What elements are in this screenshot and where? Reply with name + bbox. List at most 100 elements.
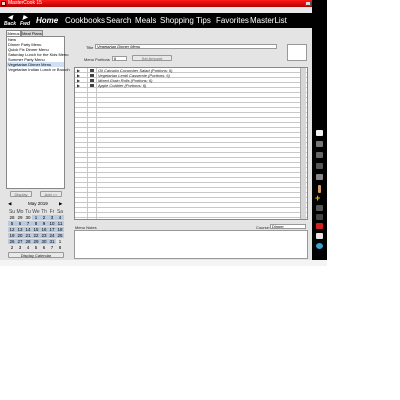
note-icon[interactable]: [316, 130, 323, 136]
calendar-day[interactable]: 25: [56, 233, 64, 238]
calendar-day[interactable]: 30: [40, 239, 48, 244]
set-amount-button[interactable]: Set Amount: [132, 55, 172, 61]
display-calendar-button[interactable]: Display Calendar: [8, 252, 64, 258]
calendar-day[interactable]: 26: [8, 239, 16, 244]
table-column-divider: [87, 68, 88, 219]
calendar-day[interactable]: 28: [24, 239, 32, 244]
calendar-day[interactable]: 20: [16, 233, 24, 238]
menu-notes-field[interactable]: [74, 230, 308, 259]
calendar-day[interactable]: 11: [56, 221, 64, 226]
check-icon[interactable]: [316, 214, 323, 220]
pencil-icon[interactable]: [318, 185, 321, 193]
tag-icon[interactable]: [316, 223, 323, 229]
back-label: Back: [4, 21, 16, 27]
calendar-day[interactable]: 10: [48, 221, 56, 226]
calendar-prev-button[interactable]: ◀: [8, 200, 11, 208]
calendar-day[interactable]: 30: [24, 215, 32, 220]
calendar-day[interactable]: 1: [56, 239, 64, 244]
calendar-day[interactable]: 19: [8, 233, 16, 238]
calendar-day[interactable]: 17: [48, 227, 56, 232]
calendar-day[interactable]: 21: [24, 233, 32, 238]
forward-label: Fwd: [20, 21, 30, 27]
calendar-day[interactable]: 29: [16, 215, 24, 220]
nav-search[interactable]: Search: [106, 16, 131, 25]
forward-button[interactable]: ▶ Fwd: [19, 15, 31, 27]
table-row[interactable]: ▶ Apple Cobbler (Portions: 6): [75, 83, 301, 88]
calendar-day[interactable]: 6: [16, 221, 24, 226]
scale-icon[interactable]: [316, 152, 323, 158]
calendar-day[interactable]: 3: [16, 245, 24, 250]
calendar-day[interactable]: 9: [40, 221, 48, 226]
calendar-day[interactable]: 2: [8, 245, 16, 250]
calendar-day[interactable]: 4: [24, 245, 32, 250]
table-scrollbar[interactable]: [300, 68, 306, 219]
calendar-day[interactable]: 23: [40, 233, 48, 238]
nav-shopping[interactable]: Shopping: [160, 16, 194, 25]
calendar-day[interactable]: 24: [48, 233, 56, 238]
status-strip: [0, 260, 327, 266]
recipe-icon: [90, 74, 94, 77]
nav-bar: ◀ Back ▶ Fwd Home Cookbooks Search Meals…: [0, 13, 327, 28]
calendar-day[interactable]: 22: [32, 233, 40, 238]
print-icon[interactable]: [316, 141, 323, 147]
globe-icon[interactable]: [316, 243, 323, 249]
nav-masterlist[interactable]: MasterList: [250, 16, 287, 25]
window-titlebar: MasterCook 15 _ □ x: [0, 0, 327, 7]
calendar-day[interactable]: 1: [32, 215, 40, 220]
add-button[interactable]: Add >>: [40, 191, 62, 197]
calendar-day[interactable]: 14: [24, 227, 32, 232]
recipe-icon: [90, 79, 94, 82]
menu-list-item[interactable]: Vegetarian Indian Lunch or Brunch: [7, 67, 70, 72]
recipe-icon: [90, 69, 94, 72]
calendar-day[interactable]: 12: [8, 227, 16, 232]
window-title: MasterCook 15: [8, 0, 42, 6]
minimize-button[interactable]: _: [305, 1, 311, 6]
calendar-day[interactable]: 13: [16, 227, 24, 232]
calendar-day[interactable]: 5: [8, 221, 16, 226]
nav-favorites[interactable]: Favorites: [216, 16, 249, 25]
table-column-divider: [96, 68, 97, 219]
calendar-day[interactable]: 2: [40, 215, 48, 220]
calendar-day[interactable]: 16: [40, 227, 48, 232]
calendar-month-label: May 2019: [28, 201, 48, 206]
title-field[interactable]: Vegetarian Dinner Menu: [95, 44, 277, 49]
nav-cookbooks[interactable]: Cookbooks: [65, 16, 105, 25]
calendar-day[interactable]: 5: [32, 245, 40, 250]
calendar-day[interactable]: 15: [32, 227, 40, 232]
menu-list: New Dinner Party Menu Quick Fix Dinner M…: [6, 36, 70, 189]
mail-icon[interactable]: [316, 233, 323, 239]
nav-tips[interactable]: Tips: [196, 16, 211, 25]
wine-icon[interactable]: [316, 205, 323, 211]
right-toolbar: +: [312, 0, 327, 260]
calendar-day[interactable]: 8: [32, 221, 40, 226]
calendar-day[interactable]: 4: [56, 215, 64, 220]
calendar-day[interactable]: 6: [40, 245, 48, 250]
calendar-day[interactable]: 18: [56, 227, 64, 232]
tool-icon[interactable]: [316, 163, 323, 169]
portions-label: Menu Portions: [84, 57, 110, 62]
plus-icon[interactable]: +: [315, 194, 322, 203]
calendar-day[interactable]: 29: [32, 239, 40, 244]
nav-meals[interactable]: Meals: [135, 16, 156, 25]
title-label: Title: [86, 45, 94, 50]
calendar-day[interactable]: 31: [48, 239, 56, 244]
calendar-day[interactable]: 28: [8, 215, 16, 220]
calendar-day[interactable]: 7: [48, 245, 56, 250]
calendar-next-button[interactable]: ▶: [59, 200, 62, 208]
nav-home[interactable]: Home: [36, 16, 58, 25]
recipe-icon: [90, 84, 94, 87]
recipe-name: Apple Cobbler (Portions: 6): [98, 83, 147, 88]
display-button[interactable]: Display: [10, 191, 32, 197]
calendar-day[interactable]: 27: [16, 239, 24, 244]
menu-image-box[interactable]: [287, 44, 307, 61]
app-icon: [1, 1, 6, 6]
email-icon[interactable]: [316, 174, 323, 180]
course-select[interactable]: Dinner: [270, 224, 306, 229]
calendar-day[interactable]: 7: [24, 221, 32, 226]
calendar-day[interactable]: 8: [56, 245, 64, 250]
calendar-day[interactable]: 3: [48, 215, 56, 220]
back-button[interactable]: ◀ Back: [4, 15, 16, 27]
calendar-header: ◀ May 2019 ▶: [6, 200, 65, 208]
expand-arrow-icon[interactable]: ▶: [77, 83, 80, 88]
portions-field[interactable]: 6: [112, 56, 127, 61]
